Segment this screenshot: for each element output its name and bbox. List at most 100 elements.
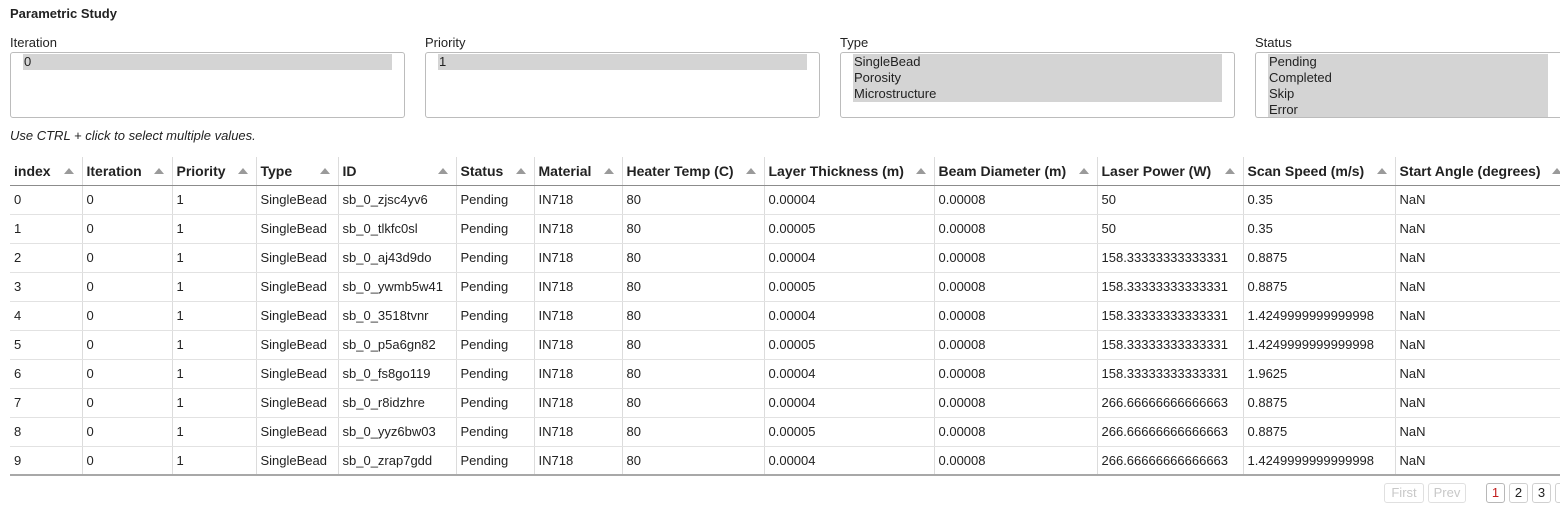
type-multiselect[interactable]: SingleBead Porosity Microstructure xyxy=(840,52,1235,118)
sort-ascending-icon[interactable] xyxy=(603,168,614,174)
table-cell: 0 xyxy=(10,185,82,215)
filter-option[interactable]: 0 xyxy=(23,54,392,70)
table-row: 0 0 1 SingleBead sb_0_zjsc4yv6 Pending IN718 80… xyxy=(10,185,1560,215)
table-cell: sb_0_aj43d9do xyxy=(337,243,456,273)
filter-option[interactable]: Error xyxy=(1268,102,1548,117)
column-header[interactable]: Heater Temp (C) xyxy=(621,157,764,186)
table-cell: 0.00008 xyxy=(933,243,1097,273)
table-cell: IN718 xyxy=(533,272,622,302)
column-header[interactable]: Status xyxy=(455,157,534,186)
sort-ascending-icon[interactable] xyxy=(1376,168,1387,174)
table-cell: 1 xyxy=(171,214,256,244)
table-cell: 0.00008 xyxy=(933,446,1097,476)
column-header[interactable]: Scan Speed (m/s) xyxy=(1242,157,1395,186)
column-header[interactable]: Material xyxy=(533,157,622,186)
column-header[interactable]: Layer Thickness (m) xyxy=(763,157,934,186)
sort-ascending-icon[interactable] xyxy=(915,168,926,174)
table-cell: 80 xyxy=(621,301,764,331)
table-cell: IN718 xyxy=(533,243,622,273)
table-cell: 158.33333333333331 xyxy=(1096,359,1243,389)
table-cell: IN718 xyxy=(533,185,622,215)
column-header-label: Scan Speed (m/s) xyxy=(1247,162,1365,179)
sort-ascending-icon[interactable] xyxy=(63,168,74,174)
page-button-4[interactable]: 4 xyxy=(1555,483,1560,503)
page-button-2[interactable]: 2 xyxy=(1509,483,1528,503)
table-row: 7 0 1 SingleBead sb_0_r8idzhre Pending IN718 80… xyxy=(10,388,1560,418)
table-row: 1 0 1 SingleBead sb_0_tlkfc0sl Pending IN718 80… xyxy=(10,214,1560,244)
filter-option[interactable]: SingleBead xyxy=(853,54,1222,70)
table-cell: SingleBead xyxy=(255,301,338,331)
column-header-label: index xyxy=(14,162,51,179)
filter-option[interactable]: Microstructure xyxy=(853,86,1222,102)
filter-option[interactable]: 1 xyxy=(438,54,807,70)
table-cell: 0 xyxy=(81,214,172,244)
table-cell: SingleBead xyxy=(255,185,338,215)
column-header-label: Priority xyxy=(176,162,226,179)
table-cell: sb_0_p5a6gn82 xyxy=(337,330,456,360)
column-header[interactable]: Start Angle (degrees) xyxy=(1394,157,1560,186)
table-cell: SingleBead xyxy=(255,446,338,476)
column-header[interactable]: Iteration xyxy=(81,157,172,186)
table-cell: 158.33333333333331 xyxy=(1096,301,1243,331)
table-cell: 0.00004 xyxy=(763,388,934,418)
column-header[interactable]: index xyxy=(10,157,82,186)
table-row: 5 0 1 SingleBead sb_0_p5a6gn82 Pending IN718 80… xyxy=(10,330,1560,360)
table-cell: NaN xyxy=(1394,272,1560,302)
column-header-label: Iteration xyxy=(86,162,142,179)
table-cell: 266.66666666666663 xyxy=(1096,446,1243,476)
table-cell: sb_0_yyz6bw03 xyxy=(337,417,456,447)
column-header-label: Layer Thickness (m) xyxy=(768,162,904,179)
table-row: 4 0 1 SingleBead sb_0_3518tvnr Pending IN718 80… xyxy=(10,301,1560,331)
table-cell: sb_0_ywmb5w41 xyxy=(337,272,456,302)
sort-ascending-icon[interactable] xyxy=(515,168,526,174)
table-cell: 0.00008 xyxy=(933,301,1097,331)
sort-ascending-icon[interactable] xyxy=(153,168,164,174)
column-header[interactable]: Beam Diameter (m) xyxy=(933,157,1097,186)
sort-ascending-icon[interactable] xyxy=(437,168,448,174)
filter-status: Status Pending Completed Skip Error xyxy=(1255,35,1560,118)
table-cell: sb_0_r8idzhre xyxy=(337,388,456,418)
table-cell: NaN xyxy=(1394,446,1560,476)
column-header[interactable]: Priority xyxy=(171,157,256,186)
sort-ascending-icon[interactable] xyxy=(1078,168,1089,174)
status-multiselect[interactable]: Pending Completed Skip Error xyxy=(1255,52,1560,118)
sort-ascending-icon[interactable] xyxy=(237,168,248,174)
filter-option[interactable]: Pending xyxy=(1268,54,1548,70)
table-cell: 0.00004 xyxy=(763,301,934,331)
sort-ascending-icon[interactable] xyxy=(745,168,756,174)
sort-ascending-icon[interactable] xyxy=(319,168,330,174)
filter-option[interactable]: Completed xyxy=(1268,70,1548,86)
iteration-multiselect[interactable]: 0 xyxy=(10,52,405,118)
table-cell: 0.8875 xyxy=(1242,417,1395,447)
sort-ascending-icon[interactable] xyxy=(1552,168,1560,174)
table-cell: 0.00005 xyxy=(763,417,934,447)
page-button-3[interactable]: 3 xyxy=(1532,483,1551,503)
table-cell: NaN xyxy=(1394,243,1560,273)
table-cell: 80 xyxy=(621,446,764,476)
table-cell: 0.35 xyxy=(1242,214,1395,244)
table-cell: 1 xyxy=(171,417,256,447)
table-cell: 9 xyxy=(10,446,82,476)
filter-option[interactable]: Porosity xyxy=(853,70,1222,86)
filter-label: Type xyxy=(840,35,869,50)
page-button-1[interactable]: 1 xyxy=(1486,483,1505,503)
sort-ascending-icon[interactable] xyxy=(1224,168,1235,174)
column-header[interactable]: Laser Power (W) xyxy=(1096,157,1243,186)
prev-page-button[interactable]: Prev xyxy=(1428,483,1466,503)
table-cell: 0.35 xyxy=(1242,185,1395,215)
table-cell: 1 xyxy=(171,243,256,273)
filter-option[interactable]: Skip xyxy=(1268,86,1548,102)
table-cell: 0.8875 xyxy=(1242,243,1395,273)
first-page-button[interactable]: First xyxy=(1384,483,1424,503)
column-header[interactable]: ID xyxy=(337,157,456,186)
table-cell: 1.4249999999999998 xyxy=(1242,446,1395,476)
priority-multiselect[interactable]: 1 xyxy=(425,52,820,118)
column-header-label: Beam Diameter (m) xyxy=(938,162,1067,179)
table-cell: 0 xyxy=(81,359,172,389)
table-cell: SingleBead xyxy=(255,359,338,389)
table-cell: 0.00008 xyxy=(933,330,1097,360)
table-cell: IN718 xyxy=(533,214,622,244)
column-header[interactable]: Type xyxy=(255,157,338,186)
table-cell: sb_0_zrap7gdd xyxy=(337,446,456,476)
table-cell: 80 xyxy=(621,330,764,360)
